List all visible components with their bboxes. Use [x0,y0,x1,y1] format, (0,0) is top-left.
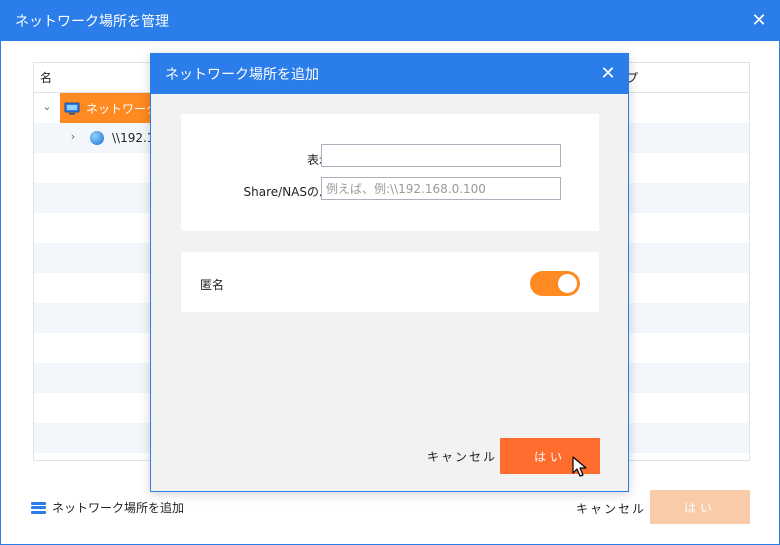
add-network-location-label: ネットワーク場所を追加 [52,501,185,515]
window-cancel-button[interactable]: キャンセル [576,500,646,517]
dialog-cancel-button[interactable]: キャンセル [427,448,497,465]
ip-node-label: \\192.1 [112,131,155,145]
window-close-icon[interactable]: ✕ [749,11,769,31]
connection-fields-card: 表示名 Share/NASのパス [181,114,599,231]
dialog-title-bar: ネットワーク場所を追加 [151,54,628,94]
anonymous-card: 匿名 [181,252,599,312]
window-ok-button[interactable]: はい [650,490,750,524]
anonymous-label: 匿名 [200,278,225,292]
anonymous-toggle[interactable] [530,271,580,296]
chevron-right-icon[interactable]: › [66,130,80,144]
toggle-knob [558,274,577,293]
add-network-location-button[interactable]: ネットワーク場所を追加 [31,499,184,516]
computer-icon [64,102,80,114]
list-icon [31,501,46,514]
chevron-down-icon[interactable]: ⌄ [40,100,54,114]
window-title: ネットワーク場所を管理 [15,14,169,30]
window-title-bar: ネットワーク場所を管理 [1,1,779,41]
share-path-input[interactable] [321,177,561,200]
column-header-name[interactable]: 名 [40,69,52,86]
dialog-title: ネットワーク場所を追加 [165,67,319,83]
globe-icon [90,131,104,145]
mouse-cursor-icon [572,456,587,477]
add-network-location-dialog: ネットワーク場所を追加 ✕ 表示名 Share/NASのパス 匿名 キャンセル … [150,53,629,492]
display-name-input[interactable] [321,144,561,167]
network-node-label: ネットワーク [86,101,159,116]
dialog-close-icon[interactable]: ✕ [598,64,618,84]
